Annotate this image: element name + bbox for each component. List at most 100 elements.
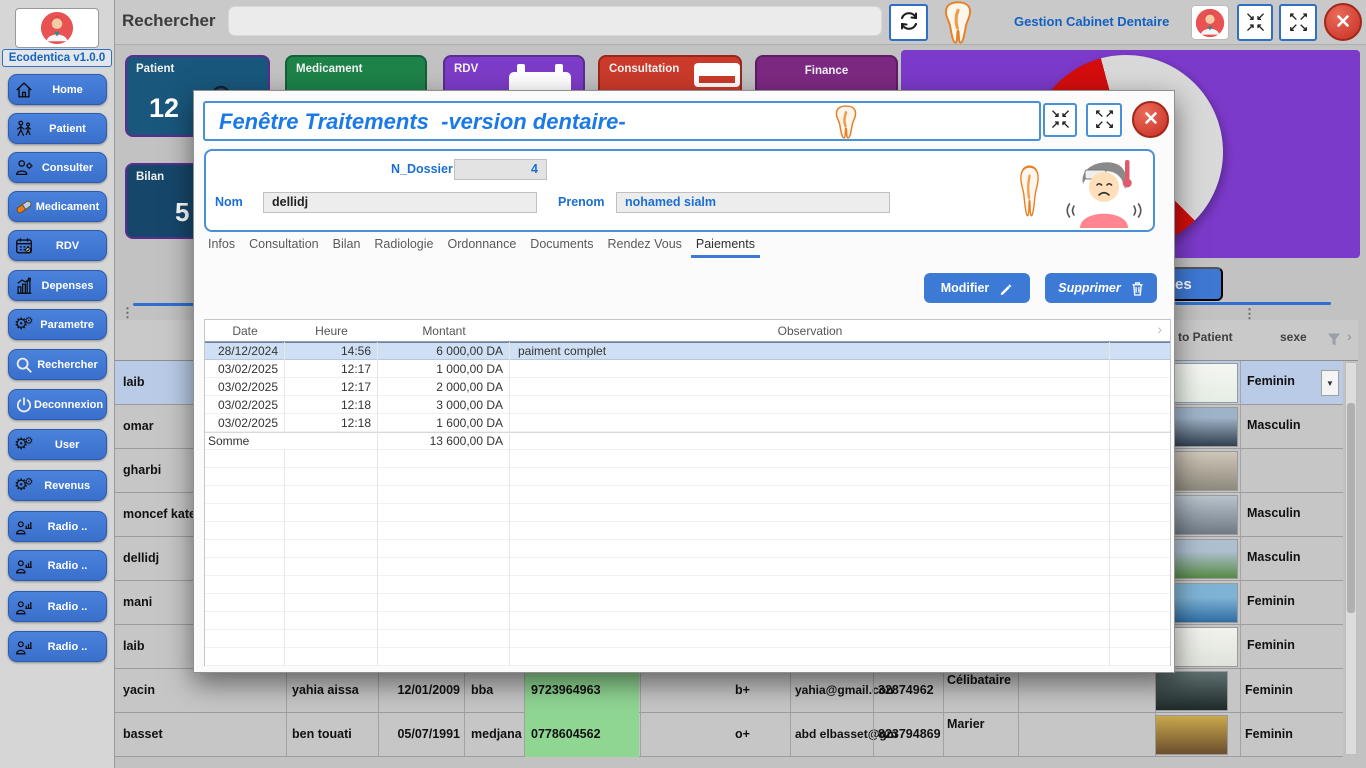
sexe-dropdown[interactable]: ▼ — [1321, 370, 1339, 396]
tab-paiements[interactable]: Paiements — [696, 237, 755, 258]
sidebar-item-rechercher[interactable]: Rechercher — [8, 349, 107, 380]
chevron-right-icon[interactable]: › — [1157, 321, 1162, 337]
bg-row-name[interactable]: moncef kate — [115, 493, 193, 537]
bg-row-right[interactable] — [1155, 449, 1343, 493]
tab-documents[interactable]: Documents — [530, 237, 593, 258]
bg-table-header-left — [115, 320, 193, 361]
sidebar-item-radio-3[interactable]: Radio .. — [8, 591, 107, 622]
patient-photo — [1165, 451, 1238, 491]
modal-title-bar: Fenêtre Traitements -version dentaire- — [203, 101, 1041, 141]
payment-row[interactable]: 03/02/2025 12:17 2 000,00 DA — [205, 378, 1170, 396]
pill-icon — [14, 197, 34, 217]
bg-row-right[interactable]: Feminin — [1155, 625, 1343, 669]
bg-row-name[interactable]: gharbi — [115, 449, 193, 493]
sidebar-item-radio-4[interactable]: Radio .. — [8, 631, 107, 662]
modal-maximize-button[interactable]: ↖ ↗↙ ↘ — [1086, 103, 1122, 137]
bg-row-name[interactable]: laib — [115, 361, 193, 405]
compress-arrows-icon: ↘ ↙↗ ↖ — [1246, 12, 1265, 34]
bg-table-scrollbar[interactable] — [1345, 362, 1357, 755]
bg-row-name[interactable]: mani — [115, 581, 193, 625]
refresh-button[interactable] — [889, 4, 928, 41]
empty-row — [205, 504, 1170, 522]
bg-row-right[interactable]: Feminin ▼ — [1155, 361, 1343, 405]
nom-field[interactable]: dellidj — [263, 192, 537, 213]
payment-row[interactable]: 03/02/2025 12:17 1 000,00 DA — [205, 360, 1170, 378]
gear-icon: ⚙⚙ — [14, 437, 33, 453]
sidebar-item-medicament[interactable]: Medicament — [8, 191, 107, 222]
bg-row-right[interactable]: Masculin — [1155, 405, 1343, 449]
empty-row — [205, 576, 1170, 594]
empty-row — [205, 648, 1170, 666]
empty-row — [205, 468, 1170, 486]
bg-row-name[interactable]: dellidj — [115, 537, 193, 581]
tab-rendez-vous[interactable]: Rendez Vous — [608, 237, 682, 258]
bg-row-right[interactable]: Feminin — [1155, 581, 1343, 625]
col-date[interactable]: Date — [205, 324, 285, 338]
tab-radiologie[interactable]: Radiologie — [374, 237, 433, 258]
sidebar-item-rdv[interactable]: RDV — [8, 230, 107, 261]
treatments-modal: Fenêtre Traitements -version dentaire- ↘… — [193, 90, 1175, 673]
col-heure[interactable]: Heure — [285, 324, 378, 338]
close-app-button[interactable] — [1324, 3, 1362, 41]
sidebar-item-patient[interactable]: Patient — [8, 113, 107, 144]
total-row: Somme 13 600,00 DA — [205, 432, 1170, 450]
person-chart-icon — [14, 597, 34, 617]
maximize-button[interactable]: ↖ ↗↙ ↘ — [1279, 4, 1317, 41]
payment-row[interactable]: 03/02/2025 12:18 1 600,00 DA — [205, 414, 1170, 432]
modify-button[interactable]: Modifier — [924, 273, 1030, 303]
patient-photo — [1165, 627, 1238, 667]
sidebar-item-consulter[interactable]: Consulter — [8, 152, 107, 183]
bg-row-right[interactable]: Masculin — [1155, 537, 1343, 581]
modal-minimize-button[interactable]: ↘ ↙↗ ↖ — [1043, 103, 1077, 137]
tab-bilan[interactable]: Bilan — [333, 237, 361, 258]
person-chart-icon — [14, 637, 34, 657]
tab-ordonnance[interactable]: Ordonnance — [447, 237, 516, 258]
person-chart-icon — [14, 517, 34, 537]
compress-arrows-icon: ↘ ↙↗ ↖ — [1051, 109, 1070, 131]
tab-consultation[interactable]: Consultation — [249, 237, 319, 258]
sidebar-item-home[interactable]: Home — [8, 74, 107, 105]
prenom-field[interactable]: nohamed sialm — [616, 192, 890, 213]
col-photo-patient: to Patient — [1178, 330, 1233, 344]
doctor-avatar-icon — [1195, 8, 1225, 38]
close-icon — [1335, 13, 1351, 32]
chevron-right-icon[interactable]: › — [1347, 328, 1352, 344]
payment-row[interactable]: 28/12/2024 14:56 6 000,00 DA paiment com… — [205, 342, 1170, 360]
payment-row[interactable]: 03/02/2025 12:18 3 000,00 DA — [205, 396, 1170, 414]
bg-row-right[interactable]: Masculin — [1155, 493, 1343, 537]
delete-button[interactable]: Supprimer — [1045, 273, 1157, 303]
expand-arrows-icon: ↖ ↗↙ ↘ — [1095, 109, 1114, 131]
sidebar-item-parametre[interactable]: ⚙⚙ Parametre — [8, 309, 107, 340]
sidebar-item-radio-1[interactable]: Radio .. — [8, 511, 107, 542]
payments-table-header: Date Heure Montant Observation › — [205, 320, 1170, 342]
tab-infos[interactable]: Infos — [208, 237, 235, 258]
calendar-icon — [14, 236, 34, 256]
bg-table-row[interactable]: basset ben touati 05/07/1991 medjana 077… — [115, 713, 1343, 757]
user-avatar[interactable] — [1191, 5, 1229, 40]
sidebar-item-radio-2[interactable]: Radio .. — [8, 550, 107, 581]
bg-row-name[interactable]: omar — [115, 405, 193, 449]
col-montant[interactable]: Montant — [378, 324, 510, 338]
dropdown-icon: ▼ — [1326, 379, 1334, 388]
modal-close-button[interactable] — [1132, 101, 1169, 138]
search-input[interactable] — [228, 6, 882, 36]
filter-icon[interactable] — [1327, 332, 1341, 347]
sidebar-item-revenus[interactable]: ⚙⚙ Revenus — [8, 470, 107, 501]
prenom-label: Prenom — [558, 195, 605, 209]
n-dossier-label: N_Dossier — [391, 162, 446, 176]
expand-arrows-icon: ↖ ↗↙ ↘ — [1289, 12, 1308, 34]
empty-row — [205, 450, 1170, 468]
bg-row-name[interactable]: laib — [115, 625, 193, 669]
patient-photo — [1165, 539, 1238, 579]
sidebar-item-user[interactable]: ⚙⚙ User — [8, 429, 107, 460]
sidebar-item-depenses[interactable]: Depenses — [8, 270, 107, 301]
search-label: Rechercher — [122, 11, 216, 31]
gear-icon: ⚙⚙ — [14, 317, 33, 333]
col-observation[interactable]: Observation — [510, 324, 1110, 338]
bg-table-row[interactable]: yacin yahia aissa 12/01/2009 bba 9723964… — [115, 669, 1343, 713]
scrollbar-thumb[interactable] — [1347, 403, 1355, 613]
gear-icon: ⚙⚙ — [14, 478, 33, 494]
minimize-button[interactable]: ↘ ↙↗ ↖ — [1237, 4, 1273, 41]
n-dossier-field[interactable]: 4 — [454, 159, 547, 180]
sidebar-item-deconnexion[interactable]: Deconnexion — [8, 389, 107, 420]
